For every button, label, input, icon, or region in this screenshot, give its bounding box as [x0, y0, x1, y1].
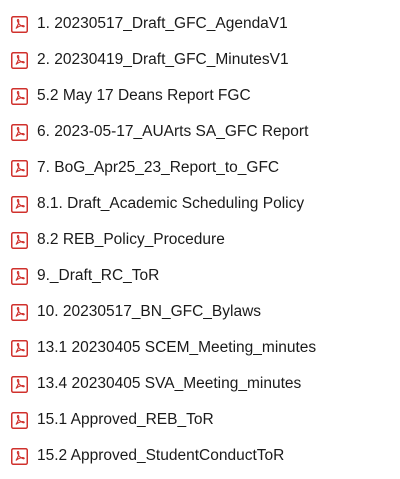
- pdf-file-icon: [10, 339, 28, 357]
- file-name: 8.1. Draft_Academic Scheduling Policy: [37, 195, 305, 212]
- file-item-pdf[interactable]: 6. 2023-05-17_AUArts SA_GFC Report: [10, 114, 400, 150]
- file-name: 2. 20230419_Draft_GFC_MinutesV1: [37, 51, 289, 68]
- file-name: 13.1 20230405 SCEM_Meeting_minutes: [37, 339, 317, 356]
- file-name: 15.1 Approved_REB_ToR: [37, 411, 214, 428]
- pdf-file-icon: [10, 195, 28, 213]
- file-list: 1. 20230517_Draft_GFC_AgendaV1 2. 202304…: [10, 6, 400, 474]
- file-item-pdf[interactable]: 15.2 Approved_StudentConductToR: [10, 438, 400, 474]
- pdf-file-icon: [10, 87, 28, 105]
- file-name: 15.2 Approved_StudentConductToR: [37, 447, 285, 464]
- pdf-file-icon: [10, 123, 28, 141]
- file-item-pdf[interactable]: 5.2 May 17 Deans Report FGC: [10, 78, 400, 114]
- file-item-pdf[interactable]: 9._Draft_RC_ToR: [10, 258, 400, 294]
- pdf-file-icon: [10, 231, 28, 249]
- pdf-file-icon: [10, 159, 28, 177]
- file-item-pdf[interactable]: 2. 20230419_Draft_GFC_MinutesV1: [10, 42, 400, 78]
- pdf-file-icon: [10, 375, 28, 393]
- file-name: 5.2 May 17 Deans Report FGC: [37, 87, 251, 104]
- pdf-file-icon: [10, 15, 28, 33]
- file-name: 7. BoG_Apr25_23_Report_to_GFC: [37, 159, 280, 176]
- file-item-pdf[interactable]: 15.1 Approved_REB_ToR: [10, 402, 400, 438]
- pdf-file-icon: [10, 447, 28, 465]
- file-item-pdf[interactable]: 8.1. Draft_Academic Scheduling Policy: [10, 186, 400, 222]
- file-name: 10. 20230517_BN_GFC_Bylaws: [37, 303, 262, 320]
- file-item-pdf[interactable]: 10. 20230517_BN_GFC_Bylaws: [10, 294, 400, 330]
- file-name: 1. 20230517_Draft_GFC_AgendaV1: [37, 15, 288, 32]
- pdf-file-icon: [10, 303, 28, 321]
- file-name: 9._Draft_RC_ToR: [37, 267, 160, 284]
- file-item-pdf[interactable]: 8.2 REB_Policy_Procedure: [10, 222, 400, 258]
- pdf-file-icon: [10, 267, 28, 285]
- file-item-pdf[interactable]: 13.1 20230405 SCEM_Meeting_minutes: [10, 330, 400, 366]
- file-item-pdf[interactable]: 7. BoG_Apr25_23_Report_to_GFC: [10, 150, 400, 186]
- file-item-pdf[interactable]: 1. 20230517_Draft_GFC_AgendaV1: [10, 6, 400, 42]
- file-name: 13.4 20230405 SVA_Meeting_minutes: [37, 375, 302, 392]
- file-name: 8.2 REB_Policy_Procedure: [37, 231, 225, 248]
- file-item-pdf[interactable]: 13.4 20230405 SVA_Meeting_minutes: [10, 366, 400, 402]
- pdf-file-icon: [10, 51, 28, 69]
- file-name: 6. 2023-05-17_AUArts SA_GFC Report: [37, 123, 309, 140]
- pdf-file-icon: [10, 411, 28, 429]
